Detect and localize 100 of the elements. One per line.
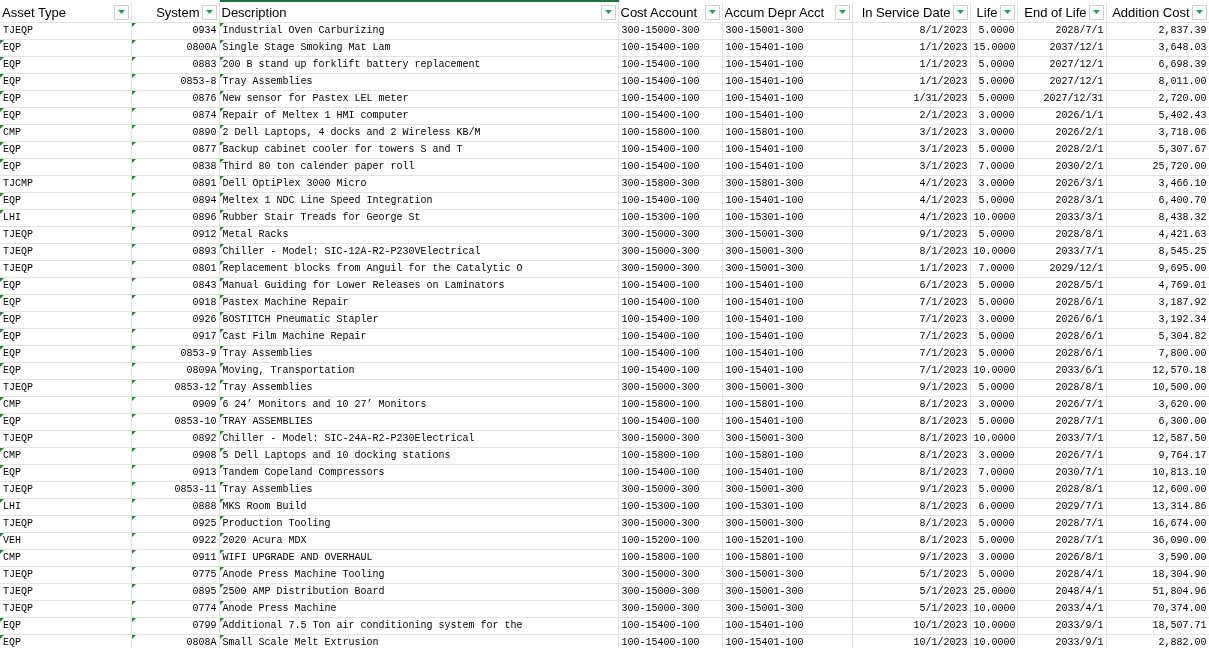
table-cell: 5/1/2023 (852, 583, 970, 601)
table-cell: 2028/7/1 (1017, 515, 1106, 533)
table-cell: 6,300.00 (1106, 413, 1209, 431)
error-indicator-icon (0, 125, 4, 129)
table-cell: 10.0000 (970, 634, 1017, 648)
table-cell: 100-15400-100 (618, 73, 722, 91)
filter-button[interactable] (201, 4, 217, 20)
table-cell: 3,192.34 (1106, 311, 1209, 329)
table-cell: 200 B stand up forklift battery replacement (219, 56, 618, 74)
table-cell: 8/1/2023 (852, 243, 970, 261)
table-cell: 100-15400-100 (618, 39, 722, 57)
table-cell: 100-15400-100 (618, 617, 722, 635)
table-cell: Industrial Oven Carburizing (219, 22, 618, 40)
table-cell: 100-15800-100 (618, 124, 722, 142)
table-cell: 12,600.00 (1106, 481, 1209, 499)
table-cell: 8/1/2023 (852, 413, 970, 431)
table-cell: TJCMP (0, 175, 131, 193)
table-cell: 100-15801-100 (722, 549, 852, 567)
table-cell: 5.0000 (970, 413, 1017, 431)
table-cell: 5,307.67 (1106, 141, 1209, 159)
error-indicator-icon (0, 550, 4, 554)
table-cell: 2028/6/1 (1017, 328, 1106, 346)
table-cell: TJEQP (0, 583, 131, 601)
column-header[interactable]: End of Life (1017, 1, 1106, 23)
table-cell: 10.0000 (970, 243, 1017, 261)
table-cell: 18,507.71 (1106, 617, 1209, 635)
filter-button[interactable] (704, 4, 720, 20)
table-cell: 7/1/2023 (852, 328, 970, 346)
table-cell: TJEQP (0, 481, 131, 499)
filter-button[interactable] (1088, 4, 1104, 20)
table-cell: 100-15400-100 (618, 277, 722, 295)
table-cell: 0891 (131, 175, 219, 193)
table-cell: 5.0000 (970, 294, 1017, 312)
table-cell: TJEQP (0, 260, 131, 278)
column-header[interactable]: Cost Account (618, 1, 722, 23)
caret-icon (1003, 10, 1011, 14)
table-cell: Dell OptiPlex 3000 Micro (219, 175, 618, 193)
table-cell: 10.0000 (970, 209, 1017, 227)
table-cell: 0892 (131, 430, 219, 448)
table-cell: 0895 (131, 583, 219, 601)
table-cell: 100-15401-100 (722, 362, 852, 380)
column-header[interactable]: System (131, 1, 219, 23)
table-cell: 3,466.10 (1106, 175, 1209, 193)
table-cell: 9/1/2023 (852, 481, 970, 499)
table-cell: TJEQP (0, 600, 131, 618)
table-cell: EQP (0, 362, 131, 380)
table-cell: 0888 (131, 498, 219, 516)
filter-button[interactable] (999, 4, 1015, 20)
table-cell: 2028/6/1 (1017, 345, 1106, 363)
table-cell: 12,570.18 (1106, 362, 1209, 380)
table-cell: 100-15401-100 (722, 141, 852, 159)
table-cell: 300-15000-300 (618, 243, 722, 261)
filter-button[interactable] (952, 4, 968, 20)
filter-button[interactable] (1191, 4, 1207, 20)
table-cell: 8/1/2023 (852, 447, 970, 465)
table-cell: 100-15201-100 (722, 532, 852, 550)
column-header-label: System (156, 4, 200, 20)
table-cell: Cast Film Machine Repair (219, 328, 618, 346)
column-header[interactable]: Description (219, 1, 618, 23)
table-cell: Pastex Machine Repair (219, 294, 618, 312)
table-cell: 3.0000 (970, 311, 1017, 329)
filter-button[interactable] (834, 4, 850, 20)
table-cell: 300-15800-300 (618, 175, 722, 193)
table-cell: 7.0000 (970, 464, 1017, 482)
table-cell: 100-15401-100 (722, 345, 852, 363)
error-indicator-icon (0, 91, 4, 95)
table-cell: 3.0000 (970, 124, 1017, 142)
table-cell: 1/1/2023 (852, 39, 970, 57)
column-header[interactable]: Accum Depr Acct (722, 1, 852, 23)
table-cell: 2033/7/1 (1017, 430, 1106, 448)
column-header-label: Asset Type (2, 4, 67, 20)
table-cell: 3,648.03 (1106, 39, 1209, 57)
table-cell: 300-15000-300 (618, 260, 722, 278)
table-cell: 70,374.00 (1106, 600, 1209, 618)
table-cell: 2028/8/1 (1017, 226, 1106, 244)
column-header[interactable]: In Service Date (852, 1, 970, 23)
table-cell: 2500 AMP Distribution Board (219, 583, 618, 601)
table-cell: WIFI UPGRADE AND OVERHAUL (219, 549, 618, 567)
column-header[interactable]: Life (970, 1, 1017, 23)
table-cell: 9/1/2023 (852, 379, 970, 397)
filter-button[interactable] (600, 4, 616, 20)
table-cell: EQP (0, 311, 131, 329)
table-cell: Tray Assemblies (219, 73, 618, 91)
column-header[interactable]: Asset Type (0, 1, 131, 23)
table-cell: 100-15401-100 (722, 158, 852, 176)
table-cell: 0853-8 (131, 73, 219, 91)
column-header[interactable]: Addition Cost (1106, 1, 1209, 23)
table-cell: 6,698.39 (1106, 56, 1209, 74)
table-cell: 300-15000-300 (618, 566, 722, 584)
table-cell: 300-15001-300 (722, 515, 852, 533)
table-cell: 2033/9/1 (1017, 617, 1106, 635)
table-cell: 100-15400-100 (618, 141, 722, 159)
filter-button[interactable] (113, 4, 129, 20)
table-cell: 0853-11 (131, 481, 219, 499)
table-cell: 100-15200-100 (618, 532, 722, 550)
table-cell: 100-15801-100 (722, 447, 852, 465)
table-cell: 0911 (131, 549, 219, 567)
caret-icon (604, 10, 612, 14)
table-cell: 2026/1/1 (1017, 107, 1106, 125)
error-indicator-icon (0, 159, 4, 163)
